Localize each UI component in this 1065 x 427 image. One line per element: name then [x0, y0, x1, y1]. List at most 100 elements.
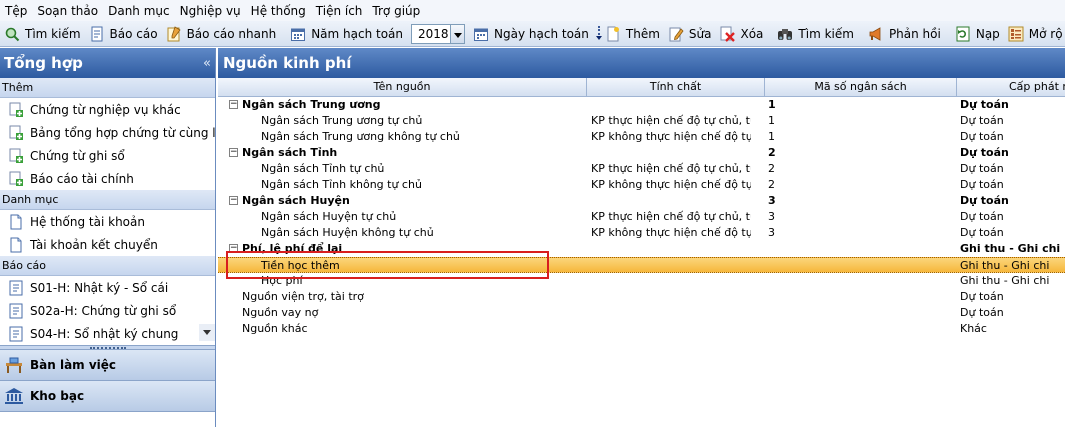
left-panel-title: Tổng hợp	[4, 54, 83, 72]
cell-source-name: Nguồn khác	[242, 322, 308, 335]
group-header-add[interactable]: Thêm	[0, 78, 215, 98]
feedback-button[interactable]: Phản hồi	[864, 23, 945, 45]
report-button[interactable]: Báo cáo	[85, 23, 162, 45]
cell-allocation: Dự toán	[960, 114, 1004, 127]
add-document-icon	[8, 102, 24, 118]
panel-splitter[interactable]	[0, 345, 215, 350]
cell-budget-code: 3	[768, 210, 775, 223]
add-document-icon	[8, 148, 24, 164]
nav-treasury-button[interactable]: Kho bạc	[0, 381, 215, 412]
cell-budget-code: 1	[768, 130, 775, 143]
table-row[interactable]: Ngân sách Huyện không tự chủ KP không thự…	[218, 225, 1065, 241]
edit-icon	[668, 26, 684, 42]
quick-report-button[interactable]: Báo cáo nhanh	[162, 23, 281, 45]
nav-item-voucher-summary[interactable]: Bảng tổng hợp chứng từ cùng loại	[0, 121, 215, 144]
column-header-budget-code[interactable]: Mã số ngân sách	[765, 78, 957, 96]
table-row[interactable]: Nguồn viện trợ, tài trợ Dự toán	[218, 289, 1065, 305]
expand-button[interactable]: Mở rộ	[1004, 23, 1065, 45]
cell-source-name: Ngân sách Huyện không tự chủ	[261, 226, 434, 239]
tree-group-row[interactable]: − Ngân sách Trung ương 1 Dự toán	[218, 97, 1065, 113]
table-row[interactable]: Tiền học thêm Ghi thu - Ghi chi	[218, 257, 1065, 273]
cell-allocation: Dự toán	[960, 194, 1009, 207]
collapse-panel-button[interactable]: «	[203, 56, 211, 71]
cell-allocation: Dự toán	[960, 162, 1004, 175]
nav-item-financial-report[interactable]: Báo cáo tài chính	[0, 167, 215, 190]
load-button[interactable]: Nạp	[951, 23, 1004, 45]
add-document-icon	[8, 125, 24, 141]
table-row[interactable]: Nguồn khác Khác	[218, 321, 1065, 337]
cell-nature: KP không thực hiện chế độ tự...	[591, 226, 751, 239]
add-button[interactable]: Thêm	[601, 23, 664, 45]
cell-source-name: Phí, lệ phí để lại	[242, 242, 343, 255]
delete-button[interactable]: Xóa	[715, 23, 767, 45]
menu-operations[interactable]: Nghiệp vụ	[175, 1, 246, 21]
nav-item-report-s02ah[interactable]: S02a-H: Chứng từ ghi sổ	[0, 299, 215, 322]
bank-icon	[4, 386, 24, 406]
cell-source-name: Ngân sách Tỉnh không tự chủ	[261, 178, 422, 191]
edit-button[interactable]: Sửa	[664, 23, 716, 45]
nav-item-other-vouchers[interactable]: Chứng từ nghiệp vụ khác	[0, 98, 215, 121]
table-row[interactable]: Ngân sách Trung ương tự chủ KP thực hiện …	[218, 113, 1065, 129]
cell-source-name: Tiền học thêm	[261, 259, 340, 272]
table-row[interactable]: Học phí Ghi thu - Ghi chi	[218, 273, 1065, 289]
menu-file[interactable]: Tệp	[0, 1, 32, 21]
posting-date-button[interactable]: Ngày hạch toán	[469, 23, 593, 45]
nav-item-transfer-accounts[interactable]: Tài khoản kết chuyển	[0, 233, 215, 256]
cell-allocation: Ghi thu - Ghi chi	[960, 274, 1050, 287]
cell-source-name: Nguồn vay nợ	[242, 306, 319, 319]
menu-system[interactable]: Hệ thống	[246, 1, 311, 21]
collapse-toggle-icon[interactable]: −	[229, 196, 238, 205]
nav-item-report-s04h[interactable]: S04-H: Sổ nhật ký chung	[0, 322, 215, 345]
cell-allocation: Ghi thu - Ghi chi	[960, 242, 1061, 255]
table-row[interactable]: Nguồn vay nợ Dự toán	[218, 305, 1065, 321]
menu-utilities[interactable]: Tiện ích	[311, 1, 368, 21]
nav-item-chart-of-accounts[interactable]: Hệ thống tài khoản	[0, 210, 215, 233]
left-navigation-panel: Tổng hợp « Thêm Chứng từ nghiệp vụ khác …	[0, 48, 216, 427]
table-row[interactable]: Ngân sách Trung ương không tự chủ KP khôn…	[218, 129, 1065, 145]
report-icon	[8, 280, 24, 296]
column-header-allocation[interactable]: Cấp phát n	[957, 78, 1065, 96]
chevron-down-icon[interactable]	[451, 23, 466, 44]
tree-group-row[interactable]: − Phí, lệ phí để lại Ghi thu - Ghi chi	[218, 241, 1065, 257]
search-button[interactable]: Tìm kiếm	[0, 23, 85, 45]
document-icon	[8, 214, 24, 230]
cell-allocation: Dự toán	[960, 306, 1004, 319]
collapse-toggle-icon[interactable]: −	[229, 100, 238, 109]
cell-source-name: Nguồn viện trợ, tài trợ	[242, 290, 364, 303]
table-row[interactable]: Ngân sách Tỉnh không tự chủ KP không thực…	[218, 177, 1065, 193]
fiscal-year-value[interactable]: 2018	[411, 23, 452, 44]
cell-source-name: Ngân sách Huyện	[242, 194, 350, 207]
table-row[interactable]: Ngân sách Huyện tự chủ KP thực hiện chế đ…	[218, 209, 1065, 225]
cell-budget-code: 3	[768, 194, 776, 207]
find-button[interactable]: Tìm kiếm	[773, 23, 858, 45]
nav-item-ledger-vouchers[interactable]: Chứng từ ghi sổ	[0, 144, 215, 167]
collapse-toggle-icon[interactable]: −	[229, 244, 238, 253]
grid-header: Tên nguồn Tính chất Mã số ngân sách Cấp …	[218, 78, 1065, 97]
cell-allocation: Dự toán	[960, 178, 1004, 191]
tree-group-row[interactable]: − Ngân sách Huyện 3 Dự toán	[218, 193, 1065, 209]
table-row[interactable]: Ngân sách Tỉnh tự chủ KP thực hiện chế độ…	[218, 161, 1065, 177]
fiscal-year-select[interactable]: 2018	[411, 23, 466, 44]
collapse-toggle-icon[interactable]: −	[229, 148, 238, 157]
column-header-nature[interactable]: Tính chất	[587, 78, 765, 96]
scroll-down-button[interactable]	[199, 324, 215, 341]
desk-icon	[4, 355, 24, 375]
cell-allocation: Dự toán	[960, 146, 1009, 159]
nav-desk-button[interactable]: Bàn làm việc	[0, 350, 215, 381]
cell-allocation: Khác	[960, 322, 987, 335]
nav-item-report-s01h[interactable]: S01-H: Nhật ký - Sổ cái	[0, 276, 215, 299]
group-header-catalog[interactable]: Danh mục	[0, 190, 215, 210]
menu-help[interactable]: Trợ giúp	[367, 1, 425, 21]
cell-nature: KP thực hiện chế độ tự chủ, tự...	[591, 210, 751, 223]
group-header-reports[interactable]: Báo cáo	[0, 256, 215, 276]
cell-source-name: Ngân sách Trung ương	[242, 98, 381, 111]
menu-catalog[interactable]: Danh mục	[103, 1, 175, 21]
delete-icon	[719, 26, 736, 42]
tree-group-row[interactable]: − Ngân sách Tỉnh 2 Dự toán	[218, 145, 1065, 161]
new-document-icon	[605, 26, 621, 42]
page-title: Nguồn kinh phí	[218, 48, 1065, 78]
menu-edit[interactable]: Soạn thảo	[32, 1, 103, 21]
column-header-source-name[interactable]: Tên nguồn	[218, 78, 587, 96]
cell-budget-code: 2	[768, 162, 775, 175]
cell-nature: KP không thực hiện chế độ tự...	[591, 130, 751, 143]
